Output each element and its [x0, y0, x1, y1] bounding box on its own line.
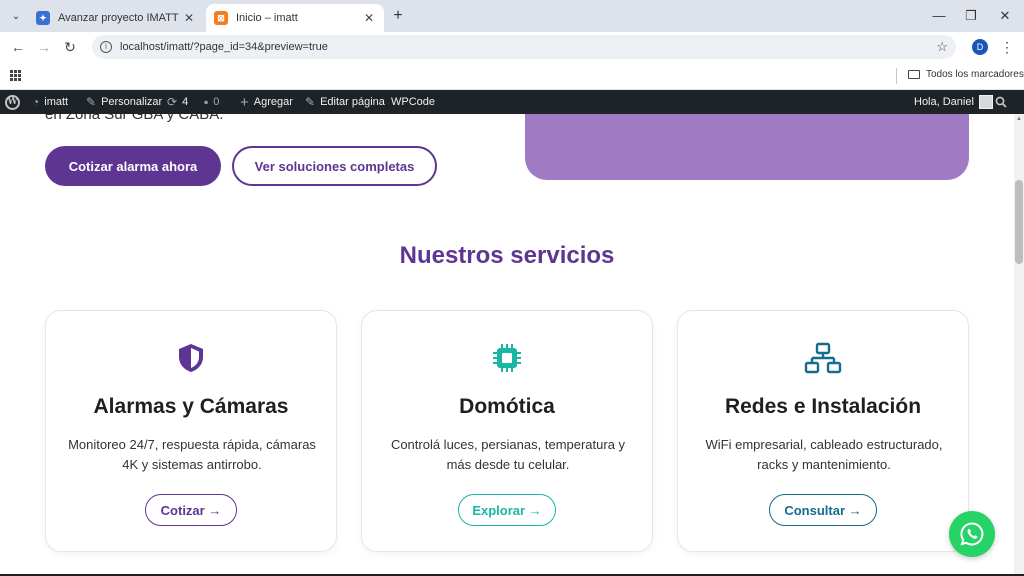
card-description: Controlá luces, persianas, temperatura y… — [390, 437, 626, 472]
chip-icon — [493, 344, 521, 372]
my-account-menu[interactable]: Hola, Daniel — [914, 90, 993, 114]
pencil-icon: ✎ — [305, 95, 316, 109]
card-title: Domótica — [459, 395, 555, 418]
services-title: Nuestros servicios — [399, 242, 615, 269]
new-tab-button[interactable]: + — [388, 6, 408, 26]
page-viewport: en Zona Sur GBA y CABA. Cotizar alarma a… — [0, 114, 1014, 576]
card-description: Monitoreo 24/7, respuesta rápida, cámara… — [68, 437, 316, 472]
wp-logo-menu[interactable]: W — [5, 90, 20, 114]
apps-grid-icon[interactable] — [10, 70, 21, 81]
updates-icon: ⟳ — [167, 95, 178, 109]
paintbrush-icon: ✎ — [86, 95, 97, 109]
service-card-domotics: Domótica Controlá luces, persianas, temp… — [361, 310, 653, 552]
folder-icon — [908, 70, 920, 79]
wpcode-label: WPCode — [391, 96, 436, 108]
tab-title: Inicio – imatt — [236, 12, 298, 24]
url-text: localhost/imatt/?page_id=34&preview=true — [120, 41, 328, 53]
reload-icon[interactable]: ↻ — [60, 37, 80, 57]
wp-admin-bar: W ◔ imatt ✎ Personalizar ⟳ 4 ▪ 0 + Agreg… — [0, 90, 1024, 114]
wordpress-logo-icon: W — [5, 94, 20, 110]
site-name-menu[interactable]: ◔ imatt — [32, 90, 68, 114]
forward-icon[interactable]: → — [34, 37, 54, 57]
xampp-favicon-icon: ⊠ — [214, 11, 228, 25]
browser-tabstrip: ⌄ ✦ Avanzar proyecto IMATT con n8 ✕ ⊠ In… — [0, 0, 1024, 32]
edit-page-label: Editar página — [320, 96, 385, 108]
scroll-thumb[interactable] — [1015, 180, 1023, 264]
service-card-networks: Redes e Instalación WiFi empresarial, ca… — [677, 310, 969, 552]
address-bar[interactable]: i localhost/imatt/?page_id=34&preview=tr… — [92, 35, 956, 59]
scroll-up-icon[interactable]: ▲ — [1016, 116, 1022, 122]
site-info-icon[interactable]: i — [100, 41, 112, 53]
greeting-label: Hola, Daniel — [914, 96, 974, 108]
whatsapp-chat-button[interactable] — [949, 511, 995, 557]
page-scrollbar[interactable]: ▲ — [1014, 114, 1024, 576]
user-avatar — [978, 95, 993, 109]
view-solutions-button[interactable]: Ver soluciones completas — [232, 146, 437, 186]
all-bookmarks-folder[interactable]: Todos los marcadores — [908, 69, 1024, 80]
whatsapp-icon — [960, 522, 984, 546]
search-menu[interactable] — [995, 90, 1007, 114]
new-content-menu[interactable]: + Agregar — [240, 90, 293, 114]
back-icon[interactable]: ← — [8, 37, 28, 57]
hero-description: en Zona Sur GBA y CABA. — [45, 114, 224, 123]
search-icon — [995, 96, 1007, 108]
tab-active[interactable]: ⊠ Inicio – imatt ✕ — [206, 4, 384, 32]
service-card-alarms: Alarmas y Cámaras Monitoreo 24/7, respue… — [45, 310, 337, 552]
tab-inactive[interactable]: ✦ Avanzar proyecto IMATT con n8 ✕ — [28, 4, 204, 32]
comment-icon: ▪ — [204, 95, 209, 109]
tab-close-icon[interactable]: ✕ — [182, 11, 196, 25]
bookmark-star-icon[interactable]: ☆ — [936, 39, 948, 55]
updates-menu[interactable]: ⟳ 4 — [167, 90, 188, 114]
explore-button[interactable]: Explorar → — [458, 494, 556, 526]
bookmarks-divider — [896, 68, 897, 84]
card-title: Redes e Instalación — [724, 395, 922, 418]
minimize-button[interactable]: — — [924, 6, 954, 26]
tab-close-icon[interactable]: ✕ — [362, 11, 376, 25]
dashboard-icon: ◔ — [32, 95, 40, 109]
card-title: Alarmas y Cámaras — [93, 395, 289, 418]
shield-icon — [179, 344, 203, 372]
bookmarks-bar: Todos los marcadores — [0, 62, 1024, 90]
card-description: WiFi empresarial, cableado estructurado,… — [705, 437, 943, 472]
customize-menu[interactable]: ✎ Personalizar — [86, 90, 162, 114]
customize-label: Personalizar — [101, 96, 163, 108]
new-content-label: Agregar — [253, 96, 293, 108]
tab-search-button[interactable]: ⌄ — [6, 6, 26, 26]
browser-menu-icon[interactable]: ⋮ — [1000, 38, 1014, 56]
plus-icon: + — [240, 93, 249, 111]
quote-button[interactable]: Cotizar → — [145, 494, 237, 526]
browser-toolbar: ← → ↻ i localhost/imatt/?page_id=34&prev… — [0, 32, 1024, 62]
updates-count: 4 — [182, 96, 189, 108]
comments-menu[interactable]: ▪ 0 — [204, 90, 219, 114]
network-icon — [804, 342, 842, 374]
wpcode-menu[interactable]: WPCode — [391, 90, 435, 114]
profile-avatar[interactable]: D — [972, 39, 988, 55]
edit-page-menu[interactable]: ✎ Editar página — [305, 90, 385, 114]
site-name-label: imatt — [44, 96, 69, 108]
quote-alarm-button[interactable]: Cotizar alarma ahora — [45, 146, 221, 186]
comments-count: 0 — [213, 96, 220, 108]
restore-button[interactable]: ❐ — [956, 6, 986, 26]
consult-button[interactable]: Consultar → — [769, 494, 877, 526]
tab-title: Avanzar proyecto IMATT con n8 — [58, 12, 182, 24]
hero-visual-panel — [525, 114, 969, 180]
all-bookmarks-label: Todos los marcadores — [926, 69, 1024, 80]
close-window-button[interactable]: ✕ — [990, 6, 1020, 26]
n8n-favicon-icon: ✦ — [36, 11, 50, 25]
